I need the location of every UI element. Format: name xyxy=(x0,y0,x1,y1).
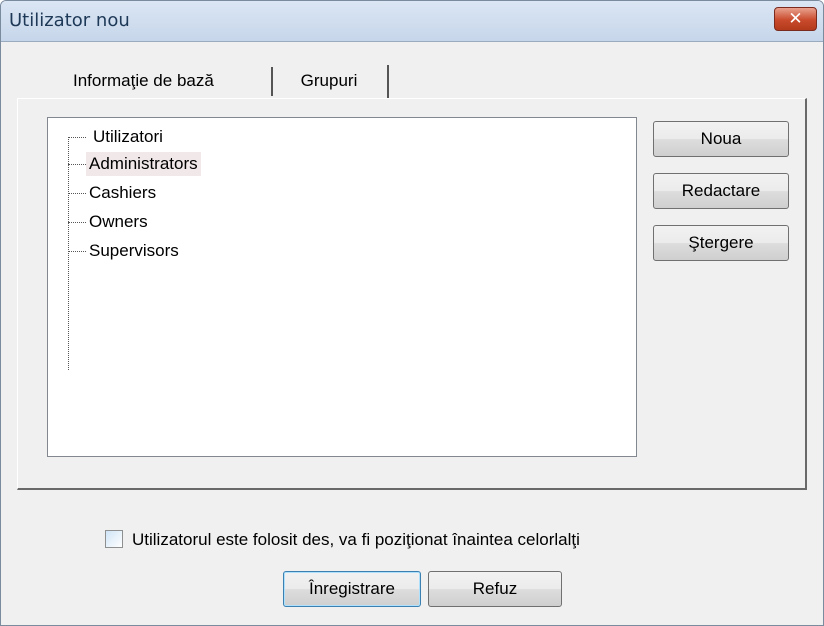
tree-connector xyxy=(68,164,86,165)
window-title: Utilizator nou xyxy=(9,10,130,31)
tree-item-label: Administrators xyxy=(86,152,201,176)
close-button[interactable]: ✕ xyxy=(774,7,817,31)
frequent-user-checkbox[interactable] xyxy=(105,530,123,548)
frequent-user-label[interactable]: Utilizatorul este folosit des, va fi poz… xyxy=(132,529,580,551)
save-button[interactable]: Înregistrare xyxy=(283,571,421,607)
title-bar[interactable]: Utilizator nou ✕ xyxy=(1,1,823,42)
delete-button[interactable]: Ştergere xyxy=(653,225,789,261)
tree-connector xyxy=(68,137,86,138)
cancel-button[interactable]: Refuz xyxy=(428,571,562,607)
tree-item-label: Supervisors xyxy=(89,241,179,260)
dialog-window: Utilizator nou ✕ Informaţie de bază Grup… xyxy=(0,0,824,626)
tree-item-label: Owners xyxy=(89,212,148,231)
edit-button[interactable]: Redactare xyxy=(653,173,789,209)
tree-connector xyxy=(68,222,86,223)
close-icon: ✕ xyxy=(788,9,803,29)
tab-groups[interactable]: Grupuri xyxy=(271,65,389,98)
tree-root-label: Utilizatori xyxy=(93,127,163,146)
tree-item-label: Cashiers xyxy=(89,183,157,202)
new-button[interactable]: Noua xyxy=(653,121,789,157)
tree-connector xyxy=(68,193,86,194)
tab-basic-info[interactable]: Informaţie de bază xyxy=(59,65,271,98)
tree-connector xyxy=(68,137,69,370)
tree-connector xyxy=(68,251,86,252)
groups-tree[interactable]: Utilizatori Administrators Cashiers Owne… xyxy=(47,117,637,457)
